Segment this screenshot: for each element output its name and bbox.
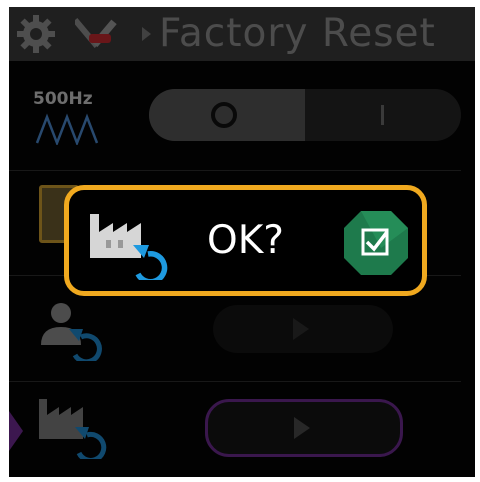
device-screen: Factory Reset 500Hz OK? [9, 7, 475, 477]
factory-reset-icon [90, 214, 168, 280]
device-frame: Factory Reset 500Hz OK? [0, 0, 480, 482]
confirm-button[interactable] [341, 208, 411, 278]
dialog-message: OK? [207, 218, 284, 263]
confirm-dialog: OK? [64, 185, 427, 296]
